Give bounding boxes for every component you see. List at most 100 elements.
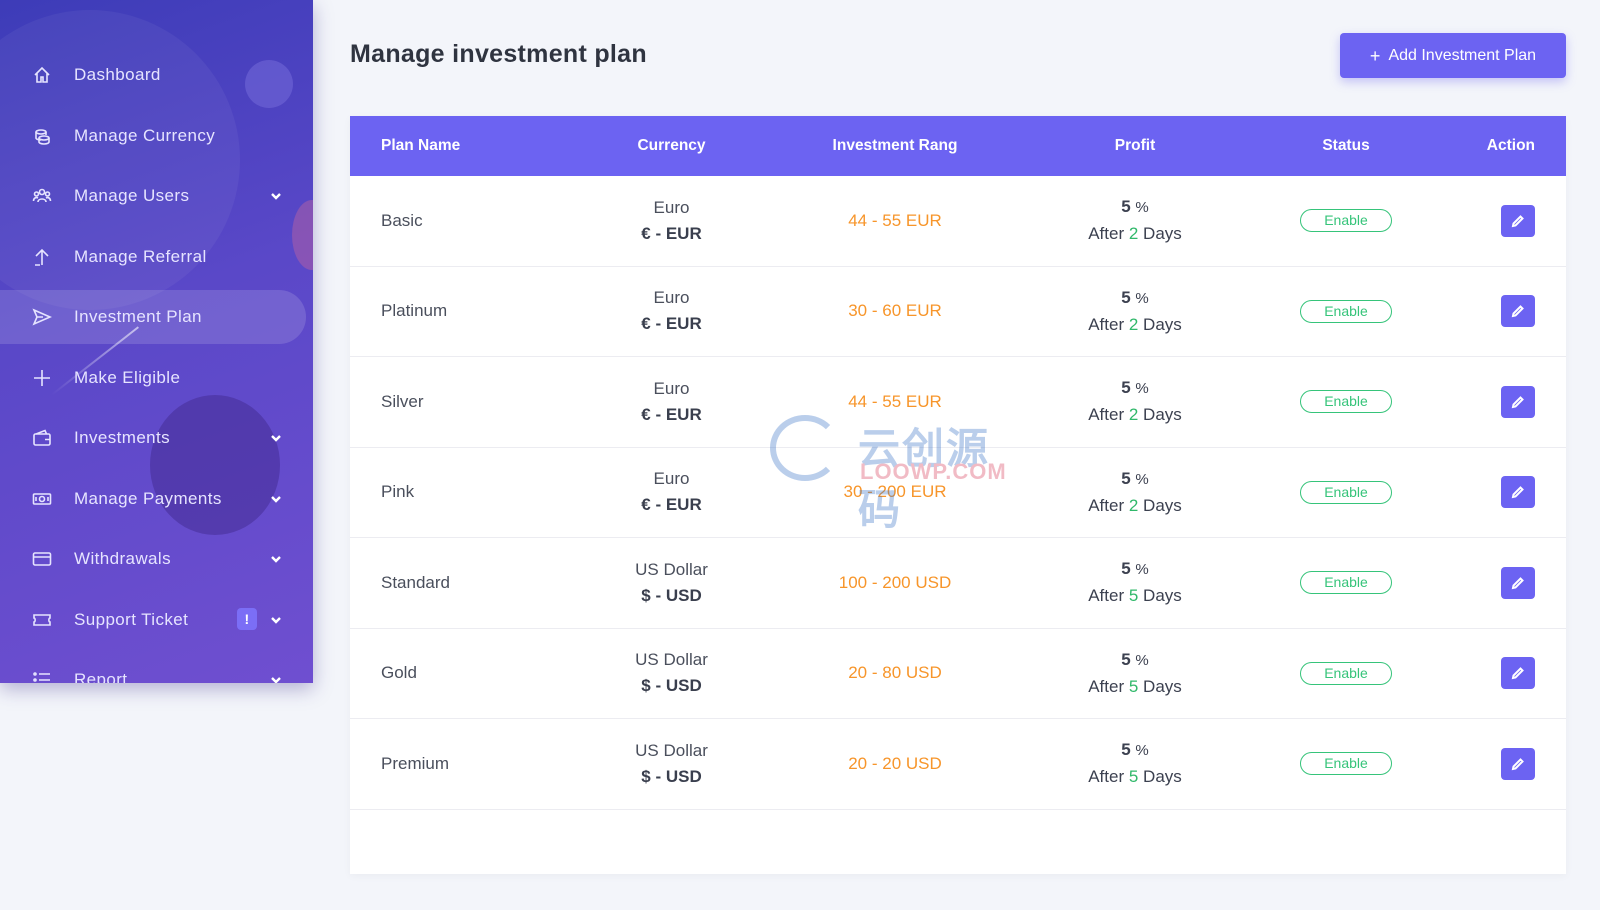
edit-button[interactable] bbox=[1501, 476, 1535, 509]
chevron-down-icon[interactable] bbox=[269, 612, 283, 626]
status-badge: Enable bbox=[1300, 390, 1392, 414]
table-body: Basic Euro € - EUR 44 - 55 EUR 5 % After 2 Da… bbox=[350, 176, 1566, 810]
table-row: Premium US Dollar $ - USD 20 - 20 USD 5 % Aft… bbox=[350, 719, 1566, 810]
home-icon bbox=[32, 65, 52, 85]
edit-button[interactable] bbox=[1501, 566, 1535, 599]
column-header-investment-range: Investment Rang bbox=[832, 137, 958, 154]
currency-code: € - EUR bbox=[641, 314, 702, 334]
sidebar-item-withdrawals[interactable]: Withdrawals bbox=[0, 532, 313, 586]
add-investment-plan-button[interactable]: + Add Investment Plan bbox=[1340, 33, 1566, 78]
sidebar-item-label: Report bbox=[74, 670, 128, 683]
sidebar-item-manage-users[interactable]: Manage Users bbox=[0, 169, 313, 223]
days-label: Days bbox=[1143, 314, 1182, 334]
sidebar-item-manage-referral[interactable]: Manage Referral bbox=[0, 230, 313, 284]
profit-days: 2 bbox=[1128, 314, 1139, 334]
edit-button[interactable] bbox=[1501, 385, 1535, 418]
page-title: Manage investment plan bbox=[350, 40, 647, 68]
profit-value: 5 bbox=[1121, 378, 1131, 398]
sidebar-item-make-eligible[interactable]: Make Eligible bbox=[0, 351, 313, 405]
status-badge: Enable bbox=[1300, 209, 1392, 233]
investment-range: 20 - 20 USD bbox=[848, 753, 942, 773]
profit-days: 5 bbox=[1128, 586, 1139, 606]
edit-button[interactable] bbox=[1501, 747, 1535, 780]
chevron-down-icon[interactable] bbox=[269, 672, 283, 683]
pencil-icon bbox=[1511, 214, 1525, 228]
plan-name: Basic bbox=[381, 210, 423, 230]
column-header-plan-name: Plan Name bbox=[381, 137, 461, 154]
edit-button[interactable] bbox=[1501, 657, 1535, 690]
after-label: After bbox=[1088, 224, 1125, 244]
pencil-icon bbox=[1511, 395, 1525, 409]
investment-range: 44 - 55 EUR bbox=[848, 210, 942, 230]
profit-days: 2 bbox=[1128, 495, 1139, 515]
status-badge: Enable bbox=[1300, 480, 1392, 504]
after-label: After bbox=[1088, 767, 1125, 787]
chevron-down-icon[interactable] bbox=[269, 491, 283, 505]
pencil-icon bbox=[1511, 485, 1525, 499]
pencil-icon bbox=[1511, 576, 1525, 590]
table-row: Standard US Dollar $ - USD 100 - 200 USD 5 %… bbox=[350, 538, 1566, 629]
status-badge: Enable bbox=[1300, 299, 1392, 323]
edit-button[interactable] bbox=[1501, 295, 1535, 328]
sidebar-item-label: Manage Payments bbox=[74, 488, 222, 508]
currency-name: US Dollar bbox=[635, 650, 708, 670]
plus-icon bbox=[32, 368, 52, 388]
investment-range: 20 - 80 USD bbox=[848, 663, 942, 683]
table-header: Plan Name Currency Investment Rang Profi… bbox=[350, 116, 1566, 176]
status-badge: Enable bbox=[1300, 571, 1392, 595]
sidebar-item-label: Make Eligible bbox=[74, 367, 181, 387]
sidebar-item-label: Dashboard bbox=[74, 65, 161, 84]
sidebar-item-dashboard[interactable]: Dashboard bbox=[0, 48, 313, 102]
status-badge: Enable bbox=[1300, 661, 1392, 685]
profit-value: 5 bbox=[1121, 468, 1131, 488]
send-icon bbox=[32, 307, 52, 327]
sidebar-item-manage-payments[interactable]: Manage Payments bbox=[0, 472, 313, 526]
chevron-down-icon[interactable] bbox=[269, 188, 283, 202]
investment-range: 100 - 200 USD bbox=[838, 572, 952, 592]
after-label: After bbox=[1088, 405, 1125, 425]
plan-name: Standard bbox=[381, 572, 450, 592]
edit-button[interactable] bbox=[1501, 204, 1535, 237]
currency-code: $ - USD bbox=[641, 676, 702, 696]
chevron-down-icon[interactable] bbox=[269, 551, 283, 565]
currency-name: US Dollar bbox=[635, 559, 708, 579]
sidebar-nav: Dashboard Manage Currency Manage Users Mana… bbox=[0, 48, 313, 683]
days-label: Days bbox=[1143, 767, 1182, 787]
sidebar-item-investment-plan[interactable]: Investment Plan bbox=[0, 290, 306, 344]
days-label: Days bbox=[1143, 495, 1182, 515]
chevron-down-icon[interactable] bbox=[269, 430, 283, 444]
profit-days: 2 bbox=[1128, 405, 1139, 425]
sidebar-item-investments[interactable]: Investments bbox=[0, 411, 313, 465]
plan-name: Pink bbox=[381, 482, 415, 502]
after-label: After bbox=[1088, 586, 1125, 606]
profit-days: 5 bbox=[1128, 767, 1139, 787]
column-header-status: Status bbox=[1322, 137, 1370, 154]
profit-percent-sign: % bbox=[1135, 651, 1149, 669]
profit-percent-sign: % bbox=[1135, 380, 1149, 398]
card-icon bbox=[32, 549, 52, 569]
sidebar-item-manage-currency[interactable]: Manage Currency bbox=[0, 109, 313, 163]
sidebar-item-report[interactable]: Report bbox=[0, 653, 313, 683]
investment-range: 30 - 60 EUR bbox=[848, 301, 942, 321]
pencil-icon bbox=[1511, 666, 1525, 680]
after-label: After bbox=[1088, 676, 1125, 696]
plus-icon: + bbox=[1369, 45, 1381, 66]
add-investment-plan-label: Add Investment Plan bbox=[1388, 46, 1537, 64]
profit-value: 5 bbox=[1121, 287, 1131, 307]
investment-range: 30 - 200 EUR bbox=[843, 482, 947, 502]
currency-code: $ - USD bbox=[641, 585, 702, 605]
currency-code: € - EUR bbox=[641, 223, 702, 243]
profit-value: 5 bbox=[1121, 559, 1131, 579]
sidebar-item-label: Manage Referral bbox=[74, 246, 207, 266]
currency-code: $ - USD bbox=[641, 766, 702, 786]
sidebar-item-label: Manage Users bbox=[74, 186, 190, 205]
plans-table-card: Plan Name Currency Investment Rang Profi… bbox=[350, 116, 1566, 874]
profit-percent-sign: % bbox=[1135, 289, 1149, 307]
days-label: Days bbox=[1143, 405, 1182, 425]
plan-name: Silver bbox=[381, 391, 424, 411]
money-icon bbox=[32, 489, 52, 509]
ticket-icon bbox=[32, 610, 52, 630]
profit-days: 5 bbox=[1128, 676, 1139, 696]
profit-value: 5 bbox=[1121, 740, 1131, 760]
sidebar-item-support-ticket[interactable]: Support Ticket! bbox=[0, 593, 313, 647]
